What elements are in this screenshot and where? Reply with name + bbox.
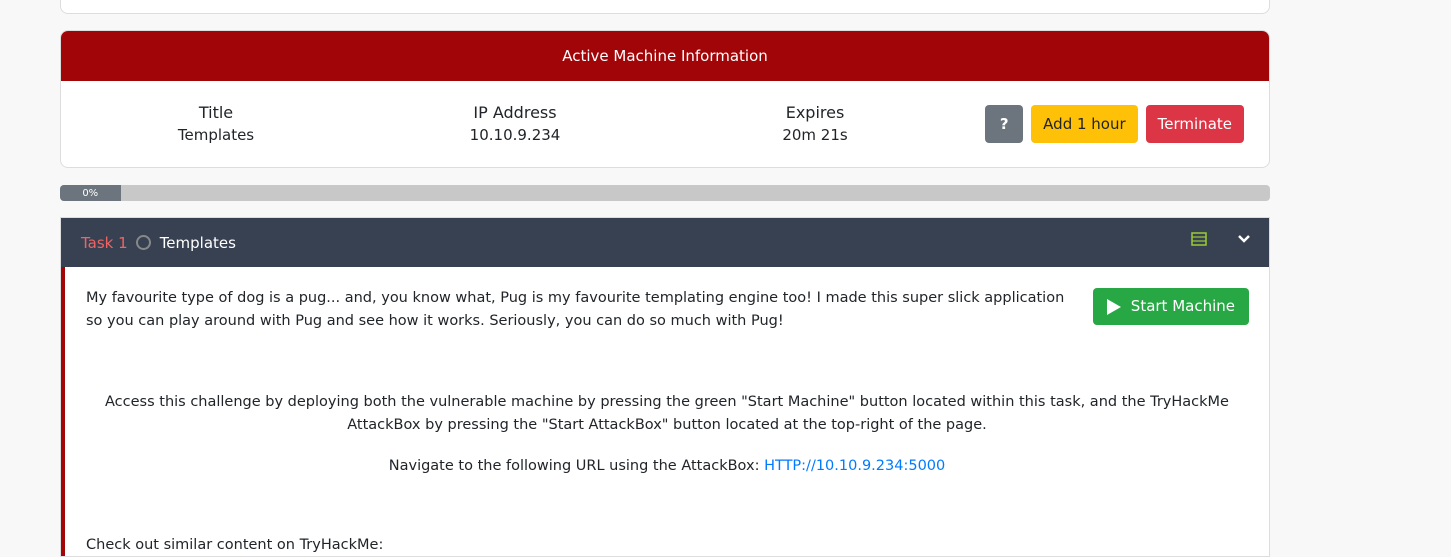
task-intro: My favourite type of dog is a pug... and… [86, 290, 1065, 329]
ip-value: 10.10.9.234 [469, 126, 561, 144]
status-circle-icon [135, 235, 151, 250]
machine-url-link[interactable]: HTTP://10.10.9.234:5000 [764, 458, 945, 474]
progress-bar: 0% [60, 185, 1270, 201]
play-icon [1106, 298, 1121, 315]
expires-label: Expires [785, 103, 845, 122]
previous-card [60, 0, 1270, 14]
ip-label: IP Address [473, 103, 557, 122]
active-machine-card: Active Machine Information Title Templat… [60, 30, 1270, 168]
machine-title: Title Templates [156, 101, 276, 147]
title-value: Templates [177, 126, 255, 144]
navigate-text: Navigate to the following URL using the … [388, 458, 765, 474]
start-machine-button[interactable]: Start Machine [1092, 288, 1249, 325]
progress-label: 0% [82, 187, 99, 199]
progress-fill: 0% [60, 185, 121, 201]
expires-value: 20m 21s [782, 126, 848, 144]
task-card: Task 1 Templates My favourite type of do… [60, 217, 1270, 557]
active-machine-header: Active Machine Information [61, 31, 1269, 81]
server-icon[interactable] [1191, 232, 1207, 246]
terminate-button[interactable]: Terminate [1145, 105, 1244, 143]
navigate-line: Navigate to the following URL using the … [65, 455, 1269, 478]
task-title: Templates [159, 233, 236, 252]
add-hour-button[interactable]: Add 1 hour [1031, 105, 1138, 143]
task-body: My favourite type of dog is a pug... and… [61, 267, 1269, 556]
start-machine-label: Start Machine [1130, 297, 1235, 315]
chevron-down-icon[interactable] [1237, 234, 1251, 244]
similar-content-text: Check out similar content on TryHackMe: [86, 537, 384, 553]
title-label: Title [198, 103, 234, 122]
task-number: Task 1 [81, 233, 128, 252]
machine-ip: IP Address 10.10.9.234 [455, 101, 575, 147]
help-button[interactable]: ? [985, 105, 1024, 143]
machine-expires: Expires 20m 21s [755, 101, 875, 147]
task-header[interactable]: Task 1 Templates [61, 218, 1269, 267]
access-text: Access this challenge by deploying both … [105, 394, 1229, 433]
